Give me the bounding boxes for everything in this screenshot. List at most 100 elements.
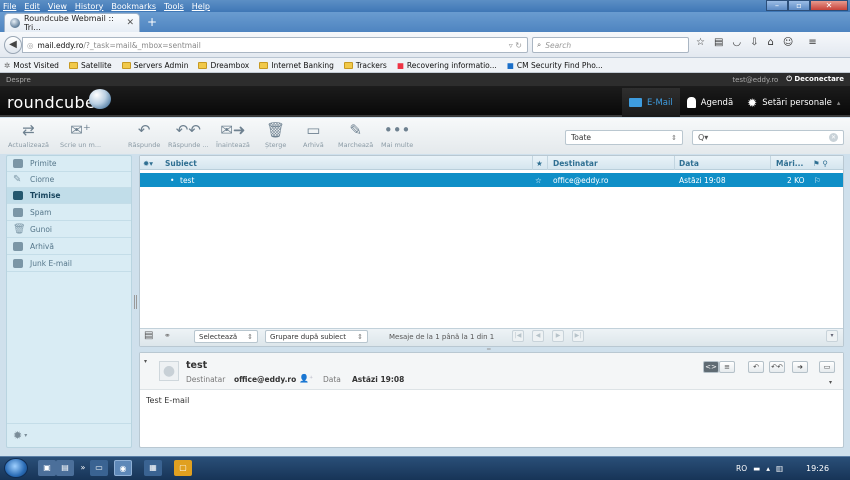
hamburger-menu-icon[interactable]: ≡	[808, 37, 816, 48]
folder-trash[interactable]: 🗑 Gunoi	[7, 222, 131, 238]
home-icon[interactable]: ⌂	[768, 37, 774, 48]
quick-search-menu[interactable]: Q▾	[698, 133, 708, 142]
bookmarks-list-icon[interactable]: ▤	[714, 37, 723, 48]
bookmark-satellite[interactable]: Satellite	[68, 61, 112, 70]
show-desktop-icon[interactable]: ▣	[38, 460, 56, 476]
column-subject[interactable]: Subiect	[165, 159, 197, 168]
flag-star-icon[interactable]: ☆	[535, 176, 542, 185]
archive-button[interactable]: ▭ Arhivă	[303, 122, 324, 149]
taskbar-app-icon[interactable]: ▭	[90, 460, 108, 476]
refresh-button[interactable]: ⇄ Actualizează	[8, 122, 49, 149]
reload-icon[interactable]: ▿ ↻	[509, 41, 522, 50]
bookmark-internet-banking[interactable]: Internet Banking	[259, 61, 334, 70]
reply-button[interactable]: ↶	[748, 361, 764, 373]
folder-archive[interactable]: Arhivă	[7, 239, 131, 255]
taskmenu-contacts[interactable]: Agendă	[680, 88, 740, 117]
column-flag-star-icon[interactable]: ★	[536, 159, 543, 168]
message-flag-icon[interactable]: ⚐	[814, 176, 821, 185]
tray-expand-icon[interactable]: ▴	[766, 464, 770, 473]
delete-button[interactable]: 🗑 Șterge	[265, 122, 286, 149]
plain-view-button[interactable]: ≡	[719, 361, 735, 373]
folder-junk[interactable]: Junk E-mail	[7, 256, 131, 272]
bookmark-trackers[interactable]: Trackers	[343, 61, 387, 70]
menu-view[interactable]: View	[48, 2, 67, 11]
reply-all-button[interactable]: ↶↶	[769, 361, 785, 373]
pocket-icon[interactable]: ◡	[732, 37, 741, 48]
select-dropdown[interactable]: Selectează ⇕	[194, 330, 258, 343]
download-icon[interactable]: ⇩	[750, 37, 758, 48]
more-options-icon[interactable]: ▾	[829, 379, 832, 386]
close-window-button[interactable]: ✕	[810, 0, 848, 11]
taskmenu-settings[interactable]: ✹ Setări personale ▴	[740, 88, 847, 117]
threads-toggle-icon[interactable]: ⚭	[164, 331, 171, 340]
bookmark-servers-admin[interactable]: Servers Admin	[121, 61, 188, 70]
bookmark-most-visited[interactable]: ✲ Most Visited	[4, 61, 59, 70]
menu-bookmarks[interactable]: Bookmarks	[111, 2, 156, 11]
menu-tools[interactable]: Tools	[164, 2, 184, 11]
column-date[interactable]: Data	[679, 159, 699, 168]
menu-history[interactable]: History	[75, 2, 103, 11]
firefox-icon[interactable]: ◉	[114, 460, 132, 476]
table-row[interactable]	[140, 173, 843, 187]
clear-search-icon[interactable]: ✕	[829, 133, 838, 142]
folder-actions-button[interactable]: ✹ ▾	[7, 423, 131, 447]
chat-icon[interactable]: ☺	[783, 37, 793, 48]
reply-all-button[interactable]: ↶↶ Răspunde ...	[168, 122, 209, 149]
column-to[interactable]: Destinatar	[553, 159, 598, 168]
collapse-header-icon[interactable]: ▾	[144, 358, 147, 365]
bookmark-dreambox[interactable]: Dreambox	[198, 61, 249, 70]
logout-button[interactable]: ⏻ Deconectare	[786, 75, 844, 84]
pane-splitter[interactable]	[134, 295, 137, 309]
more-button[interactable]: ••• Mai multe	[381, 122, 413, 149]
last-page-button[interactable]: ▶|	[572, 330, 584, 342]
new-tab-button[interactable]: +	[144, 16, 160, 30]
headers-toggle-button[interactable]: <>	[703, 361, 719, 373]
network-icon[interactable]: ▥	[776, 464, 783, 473]
list-collapse-button[interactable]: ▾	[826, 330, 838, 342]
keyboard-icon[interactable]: ▬	[753, 464, 760, 473]
explorer-icon[interactable]: ▤	[56, 460, 74, 476]
mark-button[interactable]: ✎ Marchează	[338, 122, 373, 149]
folder-drafts[interactable]: ✎ Ciorne	[7, 172, 131, 188]
column-size[interactable]: Mări...	[776, 159, 803, 168]
forward-button[interactable]: ✉➜ Înaintează	[216, 122, 250, 149]
roundcube-logo[interactable]: roundcube	[7, 93, 95, 112]
bookmark-recovering[interactable]: ■ Recovering informatio...	[397, 61, 497, 70]
menu-edit[interactable]: Edit	[24, 2, 40, 11]
start-button[interactable]	[4, 458, 28, 478]
taskbar-app-icon[interactable]: ▦	[144, 460, 162, 476]
first-page-button[interactable]: |◀	[512, 330, 524, 342]
url-bar[interactable]: ◎ mail.eddy.ro /?_task=mail&_mbox=sentma…	[22, 37, 528, 53]
minimize-button[interactable]: –	[766, 0, 788, 11]
forward-button[interactable]: ➜	[792, 361, 808, 373]
add-contact-icon[interactable]: 👤⁺	[299, 374, 313, 383]
bookmark-cm-security[interactable]: ■ CM Security Find Pho...	[507, 61, 603, 70]
list-options-icon[interactable]: ✹▾	[143, 159, 153, 168]
bookmark-star-icon[interactable]: ☆	[696, 37, 705, 48]
menu-file[interactable]: File	[3, 2, 16, 11]
folder-sent[interactable]: Trimise	[7, 188, 131, 204]
reply-button[interactable]: ↶ Răspunde	[128, 122, 160, 149]
language-indicator[interactable]: RO	[736, 464, 747, 473]
browser-search-input[interactable]: ⌕ Search	[532, 37, 689, 53]
folder-inbox[interactable]: Primite	[7, 156, 131, 172]
open-window-button[interactable]: ▭	[819, 361, 835, 373]
browser-tab[interactable]: Roundcube Webmail :: Tri... ✕	[4, 13, 140, 32]
folder-spam[interactable]: Spam	[7, 205, 131, 221]
back-button[interactable]: ◀	[4, 36, 22, 54]
compose-button[interactable]: ✉⁺ Scrie un m...	[60, 122, 101, 149]
taskbar-app-icon[interactable]: ▢	[174, 460, 192, 476]
list-layout-icon[interactable]: ▤	[144, 330, 153, 341]
maximize-button[interactable]: ▫	[788, 0, 810, 11]
threads-dropdown[interactable]: Grupare după subiect ⇕	[265, 330, 368, 343]
clock[interactable]: 19:26	[806, 464, 829, 473]
close-tab-icon[interactable]: ✕	[126, 18, 134, 28]
next-page-button[interactable]: ▶	[552, 330, 564, 342]
taskmenu-mail[interactable]: E-Mail	[622, 88, 680, 117]
about-link[interactable]: Despre	[6, 76, 31, 84]
preview-to[interactable]: office@eddy.ro	[234, 375, 296, 384]
menu-help[interactable]: Help	[192, 2, 210, 11]
search-filter-select[interactable]: Toate ⇕	[565, 130, 683, 145]
prev-page-button[interactable]: ◀	[532, 330, 544, 342]
quick-search-input[interactable]: Q▾ ✕	[692, 130, 844, 145]
